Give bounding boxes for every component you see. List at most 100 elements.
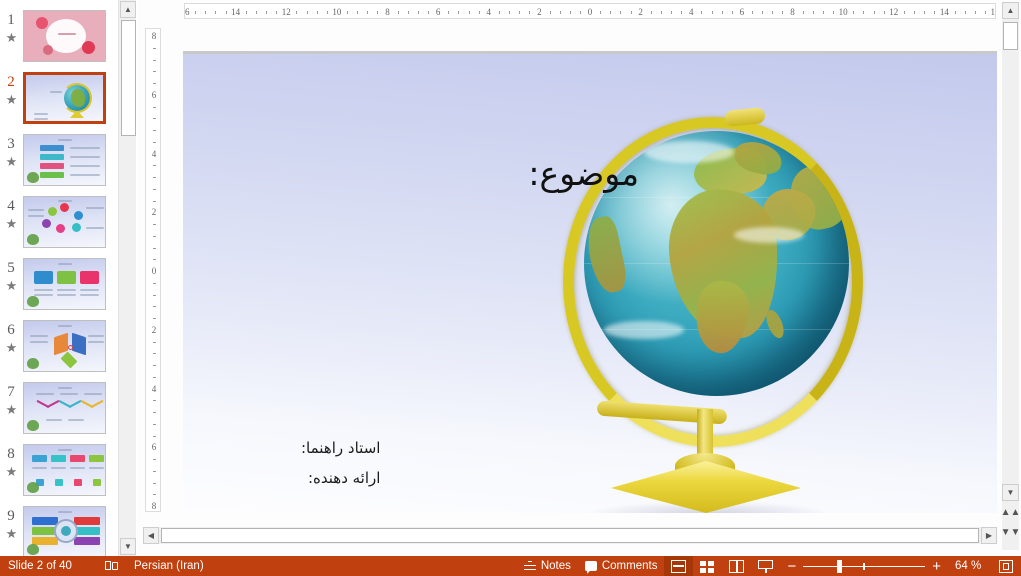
slide-subtitle-block[interactable]: استاد راهنما: ارائه دهنده: [301, 433, 380, 493]
ruler-tick [226, 11, 227, 14]
animation-star-icon: ★ [5, 403, 18, 416]
scroll-left-button[interactable]: ◀ [143, 527, 159, 544]
ruler-tick [153, 365, 156, 366]
thumbnail-pane-scrollbar[interactable]: ▲ ▼ [118, 0, 136, 556]
fit-to-window-button[interactable] [992, 556, 1021, 576]
thumbnail-image [23, 444, 106, 496]
language-indicator[interactable]: Persian (Iran) [127, 556, 211, 576]
ruler-tick [276, 11, 277, 14]
ruler-tick [153, 483, 156, 484]
view-slideshow-button[interactable] [751, 556, 780, 576]
previous-slide-button[interactable]: ▲▲ [1002, 504, 1019, 521]
thumbnail-scroll-up-button[interactable]: ▲ [120, 1, 136, 18]
view-normal-button[interactable] [664, 556, 693, 576]
reading-view-icon [729, 560, 744, 573]
slide-title-text[interactable]: موضوع: [528, 154, 639, 193]
ruler-tick [153, 459, 156, 460]
ruler-tick [651, 11, 652, 14]
horizontal-scrollbar-thumb[interactable] [161, 528, 979, 543]
thumbnail-slide-1[interactable]: 1 ★ [0, 10, 118, 72]
ruler-label: 8 [385, 6, 390, 18]
view-slide-sorter-button[interactable] [693, 556, 722, 576]
ruler-tick [317, 11, 318, 14]
slide-vertical-scrollbar[interactable]: ▲ ▼ ▲▲ ▼▼ [1002, 2, 1019, 550]
zoom-slider-thumb[interactable] [837, 560, 842, 573]
ruler-tick [153, 118, 156, 119]
language-proofing-icon[interactable] [96, 556, 127, 576]
slide-canvas[interactable]: موضوع: استاد راهنما: ارائه دهنده: [183, 51, 997, 513]
ruler-tick [965, 11, 966, 14]
ruler-tick [904, 11, 905, 14]
zoom-slider[interactable] [803, 558, 925, 574]
thumbnail-slide-8[interactable]: 8 ★ [0, 444, 118, 506]
vertical-ruler[interactable]: 864202468 [145, 28, 161, 512]
ruler-tick [418, 11, 419, 14]
zoom-percentage[interactable]: 64 % [948, 556, 992, 576]
comments-button[interactable]: Comments [578, 556, 665, 576]
slide-horizontal-scrollbar[interactable]: ◀ ▶ [143, 527, 997, 544]
ruler-label: 4 [148, 384, 160, 394]
ruler-tick [671, 11, 672, 14]
vertical-scrollbar-thumb[interactable] [1003, 22, 1018, 50]
thumbnail-scrollbar-thumb[interactable] [121, 20, 136, 136]
ruler-tick [153, 177, 156, 178]
next-slide-button[interactable]: ▼▼ [1002, 524, 1019, 541]
ruler-tick [570, 11, 571, 14]
ruler-tick [256, 11, 257, 14]
notes-label: Notes [541, 560, 571, 572]
view-reading-button[interactable] [722, 556, 751, 576]
ruler-tick [153, 494, 156, 495]
animation-star-icon: ★ [5, 217, 18, 230]
ruler-tick [377, 11, 378, 14]
thumbnail-slide-7[interactable]: 7 ★ [0, 382, 118, 444]
scroll-right-button[interactable]: ▶ [981, 527, 997, 544]
thumbnail-slide-4[interactable]: 4 ★ [0, 196, 118, 258]
ruler-tick [914, 11, 915, 14]
thumbnail-slide-6[interactable]: 6 ★ [0, 320, 118, 382]
thumbnail-slide-3[interactable]: 3 ★ [0, 134, 118, 196]
ruler-label: 8 [148, 501, 160, 511]
thumbnail-number: 7 [0, 382, 22, 400]
ruler-tick [153, 412, 156, 413]
thumbnail-number: 3 [0, 134, 22, 152]
ruler-tick [722, 11, 723, 14]
thumbnail-scroll-down-button[interactable]: ▼ [120, 538, 136, 555]
scroll-down-button[interactable]: ▼ [1002, 484, 1019, 501]
ruler-tick [153, 189, 156, 190]
slide-counter[interactable]: Slide 2 of 40 [0, 560, 96, 572]
thumbnail-slide-2[interactable]: 2 ★ [0, 72, 118, 134]
ruler-label: 14 [231, 6, 240, 18]
ruler-tick [153, 259, 156, 260]
slide-thumbnail-pane[interactable]: 1 ★ 2 ★ [0, 0, 118, 556]
thumbnail-image [23, 196, 106, 248]
normal-view-icon [671, 560, 686, 573]
ruler-label: 14 [940, 6, 949, 18]
ruler-tick [853, 11, 854, 14]
ruler-tick [955, 11, 956, 14]
slide-sorter-icon [700, 560, 715, 573]
ruler-tick [153, 83, 156, 84]
ruler-label: 16 [184, 6, 190, 18]
ruler-label: 6 [148, 90, 160, 100]
ruler-tick [367, 11, 368, 14]
scroll-up-button[interactable]: ▲ [1002, 2, 1019, 19]
ruler-tick [620, 11, 621, 14]
notes-icon [524, 561, 536, 572]
zoom-in-button[interactable]: + [925, 556, 948, 576]
horizontal-ruler[interactable]: 1614121086420246810121416 [184, 3, 996, 19]
notes-button[interactable]: Notes [517, 556, 578, 576]
zoom-out-button[interactable]: − [780, 556, 803, 576]
ruler-tick [153, 295, 156, 296]
thumbnail-slide-5[interactable]: 5 ★ [0, 258, 118, 320]
ruler-tick [153, 283, 156, 284]
ruler-tick [153, 400, 156, 401]
ruler-tick [550, 11, 551, 14]
thumbnail-image [23, 10, 106, 62]
ruler-label: 0 [148, 266, 160, 276]
thumbnail-slide-9[interactable]: 9 ★ [0, 506, 118, 556]
thumbnail-number: 4 [0, 196, 22, 214]
thumbnail-number: 9 [0, 506, 22, 524]
ruler-tick [153, 201, 156, 202]
ruler-label: 10 [332, 6, 341, 18]
animation-star-icon: ★ [5, 31, 18, 44]
